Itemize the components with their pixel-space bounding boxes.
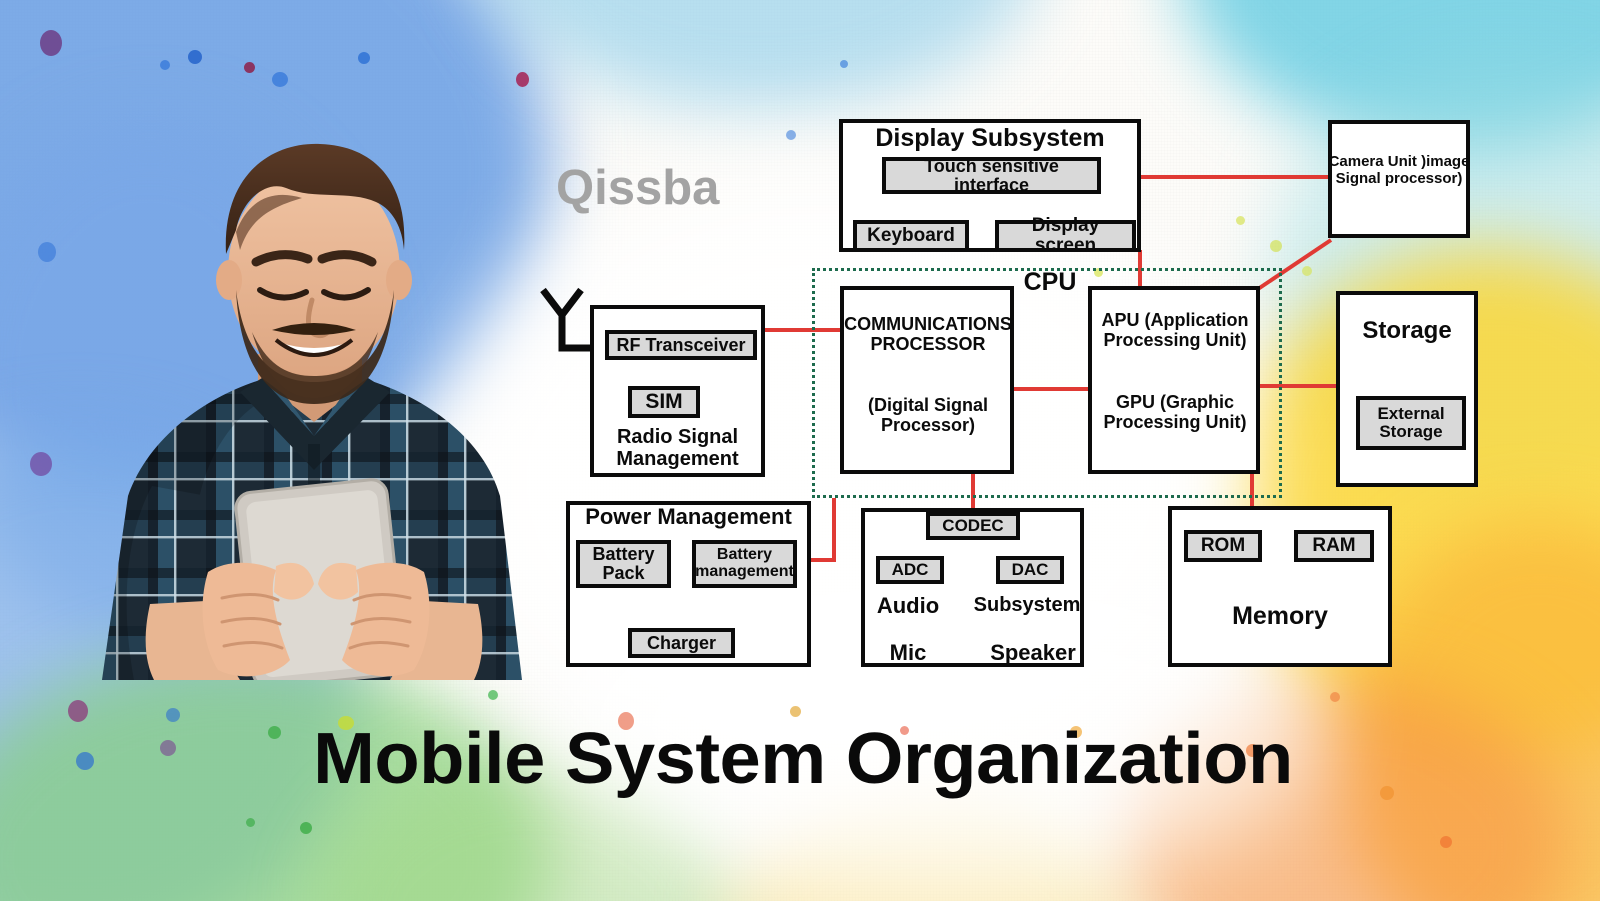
gpu-line2: Processing Unit) xyxy=(1103,412,1247,433)
storage-title: Storage xyxy=(1362,317,1452,344)
mic-label: Mic xyxy=(889,640,927,665)
apu-line2: Processing Unit) xyxy=(1103,330,1247,351)
gpu-label: GPU (Graphic Processing Unit) xyxy=(1086,392,1264,432)
external-storage-line1: External xyxy=(1377,404,1445,424)
display-screen-box[interactable]: Display screen xyxy=(995,216,1136,255)
comm-processor-line1: COMMUNICATIONS xyxy=(844,314,1012,334)
external-storage-box[interactable]: External Storage xyxy=(1356,396,1466,450)
battery-pack-line2: Pack xyxy=(602,563,645,583)
power-management-title: Power Management xyxy=(585,504,792,529)
camera-unit-label-line2: Signal processor) xyxy=(1335,169,1463,187)
dac-box[interactable]: DAC xyxy=(996,556,1064,584)
subsystem-label: Subsystem xyxy=(973,594,1081,616)
battery-pack-line1: Battery xyxy=(592,544,655,565)
sim-box[interactable]: SIM xyxy=(628,386,700,418)
camera-unit-label-line1: Camera Unit )image xyxy=(1328,153,1470,170)
codec-box[interactable]: CODEC xyxy=(926,512,1020,540)
communications-processor-label: COMMUNICATIONS PROCESSOR xyxy=(838,314,1018,354)
radio-signal-label-line2: Management xyxy=(616,448,739,471)
speaker-label: Speaker xyxy=(990,640,1076,665)
battery-pack-box[interactable]: Battery Pack xyxy=(576,540,671,588)
cpu-zone-label: CPU xyxy=(1023,268,1077,296)
comm-processor-line2: PROCESSOR xyxy=(870,334,986,355)
display-subsystem-title: Display Subsystem xyxy=(875,124,1105,152)
ram-box[interactable]: RAM xyxy=(1294,530,1374,562)
gpu-line1: GPU (Graphic xyxy=(1115,392,1235,412)
battery-management-line2: management xyxy=(695,563,794,580)
dsp-line2: Processor) xyxy=(880,415,976,436)
poster-canvas: Qissba CPU Display Subsystem Touch sensi… xyxy=(0,0,1600,901)
audio-label: Audio xyxy=(876,593,940,618)
external-storage-line2: Storage xyxy=(1379,422,1443,441)
charger-box[interactable]: Charger xyxy=(628,628,735,658)
keyboard-box[interactable]: Keyboard xyxy=(853,220,969,252)
dsp-line1: (Digital Signal xyxy=(867,395,988,415)
rom-box[interactable]: ROM xyxy=(1184,530,1262,562)
page-title: Mobile System Organization xyxy=(313,719,1293,799)
battery-management-line1: Battery xyxy=(716,546,773,564)
adc-box[interactable]: ADC xyxy=(876,556,944,584)
rf-transceiver-box[interactable]: RF Transceiver xyxy=(605,330,757,360)
touch-sensitive-interface-box[interactable]: Touch sensitive interface xyxy=(882,156,1101,194)
digital-signal-processor-label: (Digital Signal Processor) xyxy=(838,395,1018,435)
apu-line1: APU (Application xyxy=(1101,310,1249,330)
battery-management-box[interactable]: Battery management xyxy=(692,540,797,588)
camera-unit-label: Camera Unit )image Signal processor) xyxy=(1324,153,1474,188)
radio-signal-management-label: Radio Signal Management xyxy=(590,426,765,471)
apu-label: APU (Application Processing Unit) xyxy=(1086,310,1264,350)
memory-title: Memory xyxy=(1232,602,1328,630)
radio-signal-label-line1: Radio Signal xyxy=(616,426,739,448)
